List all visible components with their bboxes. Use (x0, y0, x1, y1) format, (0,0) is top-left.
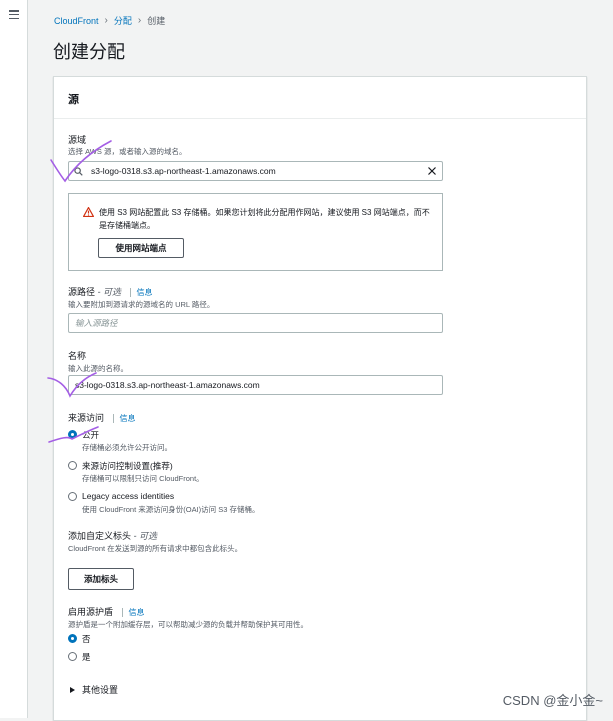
breadcrumb-cloudfront[interactable]: CloudFront (54, 16, 99, 26)
chevron-right-icon: › (137, 15, 142, 26)
origin-path-description: 输入要附加到源请求的源域名的 URL 路径。 (68, 300, 215, 309)
close-icon[interactable] (427, 166, 437, 176)
add-header-button[interactable]: 添加标头 (68, 568, 134, 590)
radio-legacy-access-identities-label[interactable]: Legacy access identities (82, 491, 174, 501)
radio-shield-yes-label[interactable]: 是 (82, 651, 91, 663)
breadcrumb-current: 创建 (147, 16, 166, 26)
radio-shield-no[interactable] (68, 634, 77, 643)
radio-origin-access-control-description: 存储桶可以限制只访问 CloudFront。 (82, 474, 204, 483)
radio-origin-access-control[interactable] (68, 461, 77, 470)
name-input[interactable]: s3-logo-0318.s3.ap-northeast-1.amazonaws… (68, 375, 443, 395)
use-website-endpoint-button[interactable]: 使用网站端点 (98, 238, 184, 258)
hamburger-icon[interactable] (9, 10, 19, 20)
origin-path-optional: - 可选 (97, 287, 122, 297)
s3-website-alert: 使用 S3 网站配置此 S3 存储桶。如果您计划将此分配用作网站，建议使用 S3… (68, 193, 443, 271)
origin-domain-input[interactable]: s3-logo-0318.s3.ap-northeast-1.amazonaws… (68, 161, 443, 181)
custom-headers-label-text: 添加自定义标头 (68, 531, 132, 541)
origin-path-info-link[interactable]: 信息 (129, 288, 153, 297)
origin-access-label-text: 来源访问 (68, 413, 105, 423)
breadcrumb-distributions[interactable]: 分配 (114, 14, 132, 27)
origin-panel: 源 源域 选择 AWS 源，或者输入源的域名。 s3-logo-0318.s3.… (53, 76, 587, 721)
radio-shield-no-label[interactable]: 否 (82, 633, 91, 645)
origin-access-info-link[interactable]: 信息 (112, 414, 136, 423)
radio-legacy-access-identities-description: 使用 CloudFront 来源访问身份(OAI)访问 S3 存储桶。 (82, 505, 260, 514)
origin-shield-info-link[interactable]: 信息 (121, 608, 145, 617)
additional-settings-toggle[interactable]: 其他设置 (70, 683, 118, 696)
caret-right-icon (70, 687, 75, 693)
custom-headers-label: 添加自定义标头 - 可选 (68, 529, 157, 542)
panel-title: 源 (54, 77, 586, 119)
page-title: 创建分配 (53, 42, 125, 62)
origin-shield-description: 源护盾是一个附加缓存层，可以帮助减少源的负载并帮助保护其可用性。 (68, 620, 308, 629)
origin-path-label: 源路径 - 可选 信息 (68, 285, 153, 298)
chevron-right-icon: › (104, 15, 108, 26)
annotation-checkmark (47, 372, 97, 398)
alert-message: 使用 S3 网站配置此 S3 存储桶。如果您计划将此分配用作网站，建议使用 S3… (99, 208, 430, 230)
origin-path-input[interactable]: 输入源路径 (68, 313, 443, 333)
annotation-checkmark (50, 140, 112, 183)
watermark: CSDN @金小金~ (502, 693, 603, 708)
origin-shield-label: 启用源护盾 信息 (68, 605, 145, 618)
origin-shield-label-text: 启用源护盾 (68, 607, 114, 617)
additional-settings-label: 其他设置 (82, 685, 119, 695)
origin-domain-value: s3-logo-0318.s3.ap-northeast-1.amazonaws… (91, 166, 276, 176)
custom-headers-optional: - 可选 (133, 531, 158, 541)
origin-path-label-text: 源路径 (68, 287, 96, 297)
breadcrumb: CloudFront › 分配 › 创建 (54, 14, 165, 27)
origin-access-label: 来源访问 信息 (68, 411, 136, 424)
annotation-checkmark (48, 426, 99, 443)
radio-legacy-access-identities[interactable] (68, 492, 77, 501)
custom-headers-description: CloudFront 在发送到源的所有请求中都包含此标头。 (68, 544, 243, 553)
warning-icon (83, 207, 94, 217)
radio-origin-access-control-label[interactable]: 来源访问控制设置(推荐) (82, 460, 173, 472)
name-label: 名称 (68, 351, 87, 361)
radio-shield-yes[interactable] (68, 652, 77, 661)
side-navigation-rail (0, 0, 28, 718)
